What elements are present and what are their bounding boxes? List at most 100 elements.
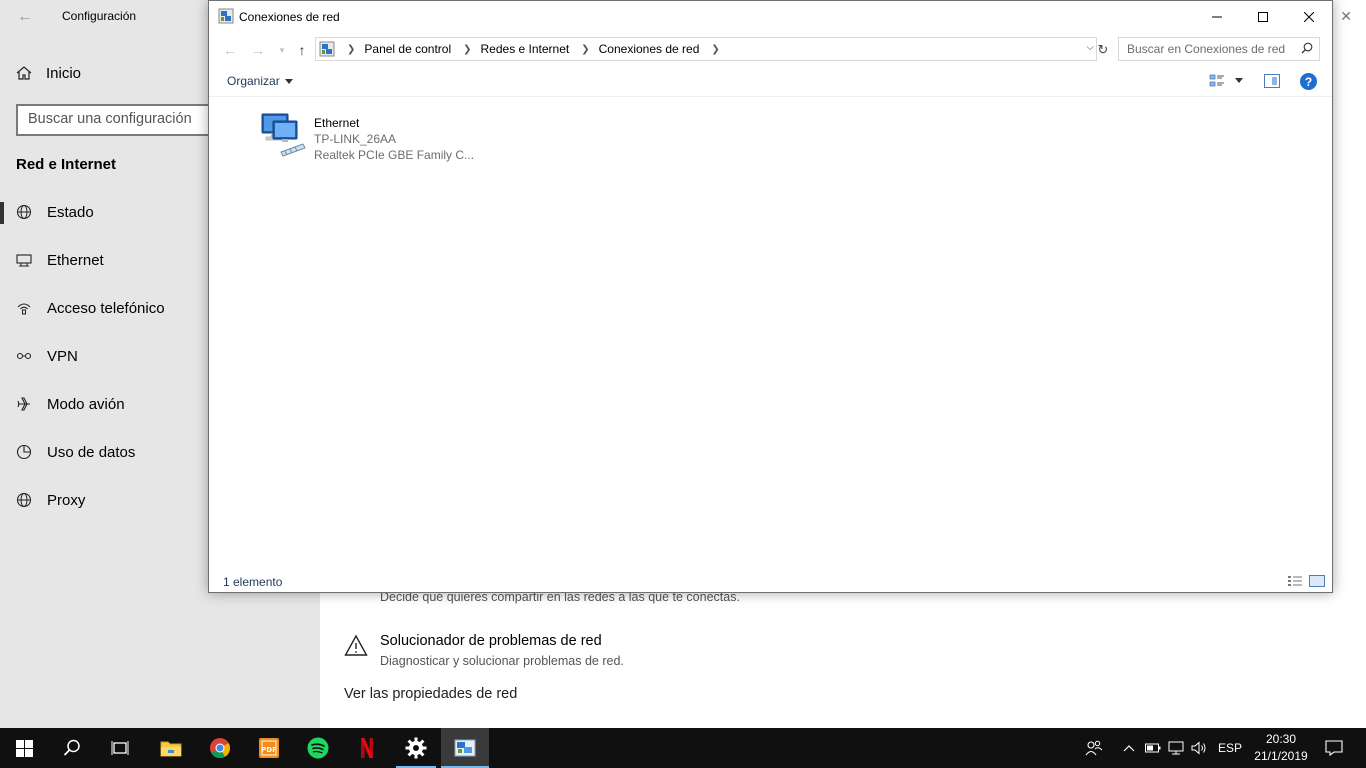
search-button[interactable] xyxy=(48,728,96,768)
status-bar: 1 elemento xyxy=(209,569,1332,593)
task-view-button[interactable] xyxy=(96,728,144,768)
view-options-dropdown-icon[interactable] xyxy=(1235,78,1243,83)
organize-button[interactable]: Organizar xyxy=(227,74,293,88)
chevron-up-icon xyxy=(1123,745,1135,752)
back-arrow-icon[interactable]: ← xyxy=(14,6,36,28)
speaker-icon xyxy=(1191,741,1206,755)
search-placeholder: Buscar en Conexiones de red xyxy=(1127,42,1286,56)
maximize-icon xyxy=(1258,11,1268,22)
language-indicator[interactable]: ESP xyxy=(1214,728,1246,768)
pdf-icon: PDF xyxy=(259,738,279,758)
clock-time: 20:30 xyxy=(1265,732,1297,746)
taskbar: PDF ESP 20:30 21/1/2019 xyxy=(0,728,1366,768)
window-title: Conexiones de red xyxy=(239,10,340,24)
command-bar: Organizar ? xyxy=(209,65,1332,97)
chevron-right-icon[interactable]: ❯ xyxy=(581,44,589,55)
title-bar[interactable]: Conexiones de red xyxy=(209,1,1332,32)
nav-item-label: Estado xyxy=(47,203,94,221)
minimize-button[interactable] xyxy=(1194,1,1240,32)
section-title: Red e Internet xyxy=(16,156,117,173)
minimize-icon xyxy=(1212,16,1222,17)
refresh-button[interactable]: ↻ xyxy=(1093,40,1113,60)
taskbar-file-explorer[interactable] xyxy=(147,728,195,768)
svg-text:PDF: PDF xyxy=(261,746,277,754)
nav-item-label: VPN xyxy=(47,347,78,365)
chevron-right-icon[interactable]: ❯ xyxy=(463,44,471,55)
battery-icon xyxy=(1145,743,1161,753)
task-view-icon xyxy=(111,741,129,755)
address-row: ← → ▼ ↑ ❯ Panel de control ❯ Redes e Int… xyxy=(209,35,1332,63)
nav-home[interactable]: Inicio xyxy=(16,62,81,84)
start-button[interactable] xyxy=(0,728,48,768)
clock-date: 21/1/2019 xyxy=(1254,749,1308,763)
up-arrow-icon: ↑ xyxy=(298,42,306,58)
chevron-down-icon: ▼ xyxy=(278,45,286,55)
refresh-icon: ↻ xyxy=(1097,42,1109,57)
settings-search-input[interactable]: Buscar una configuración xyxy=(16,104,216,136)
search-input[interactable]: Buscar en Conexiones de red xyxy=(1118,37,1320,61)
chevron-right-icon[interactable]: ❯ xyxy=(347,44,355,55)
people-button[interactable] xyxy=(1082,728,1106,768)
network-properties-link[interactable]: Ver las propiedades de red xyxy=(344,686,517,702)
address-bar[interactable]: ❯ Panel de control ❯ Redes e Internet ❯ … xyxy=(315,37,1097,61)
taskbar-network-connections[interactable] xyxy=(441,728,489,768)
close-icon xyxy=(1304,11,1314,22)
troubleshooter-description: Diagnosticar y solucionar problemas de r… xyxy=(380,654,624,668)
close-button[interactable] xyxy=(1286,1,1332,32)
nav-home-label: Inicio xyxy=(46,64,82,82)
netflix-icon xyxy=(361,738,373,758)
preview-pane-button[interactable] xyxy=(1264,74,1280,88)
details-view-icon[interactable] xyxy=(1287,575,1303,587)
chevron-right-icon[interactable]: ❯ xyxy=(711,44,719,55)
home-icon xyxy=(16,66,32,80)
close-icon[interactable]: ✕ xyxy=(1340,8,1352,25)
back-button[interactable]: ← xyxy=(219,39,241,61)
settings-gear-icon xyxy=(405,737,427,759)
control-panel-icon xyxy=(319,41,335,57)
network-connections-icon xyxy=(218,8,234,24)
taskbar-settings[interactable] xyxy=(392,728,440,768)
airplane-icon xyxy=(16,396,32,412)
forward-button[interactable]: → xyxy=(247,39,269,61)
caret-down-icon xyxy=(284,78,293,84)
large-icons-view-icon[interactable] xyxy=(1309,575,1325,587)
change-view-icon[interactable] xyxy=(1209,73,1225,89)
warning-icon xyxy=(344,634,368,656)
network-tray-button[interactable] xyxy=(1165,728,1187,768)
list-item-ethernet[interactable]: Ethernet TP-LINK_26AA Realtek PCIe GBE F… xyxy=(259,106,474,162)
ethernet-icon xyxy=(16,252,32,268)
show-hidden-icons-button[interactable] xyxy=(1118,728,1140,768)
dialup-icon xyxy=(16,300,32,316)
taskbar-netflix[interactable] xyxy=(343,728,391,768)
connection-name: Ethernet xyxy=(314,116,360,130)
clock[interactable]: 20:30 21/1/2019 xyxy=(1248,731,1314,765)
settings-title: Configuración xyxy=(62,9,137,23)
up-button[interactable]: ↑ xyxy=(291,39,313,61)
spotify-icon xyxy=(307,737,329,759)
action-center-button[interactable] xyxy=(1318,728,1350,768)
troubleshooter-title[interactable]: Solucionador de problemas de red xyxy=(380,633,602,649)
volume-button[interactable] xyxy=(1188,728,1210,768)
battery-button[interactable] xyxy=(1142,728,1164,768)
taskbar-chrome[interactable] xyxy=(196,728,244,768)
wired-network-icon xyxy=(1168,741,1184,755)
search-icon xyxy=(1301,42,1313,54)
breadcrumb-item[interactable]: Redes e Internet xyxy=(481,42,570,56)
breadcrumb-item[interactable]: Conexiones de red xyxy=(599,42,700,56)
taskbar-spotify[interactable] xyxy=(294,728,342,768)
help-button[interactable]: ? xyxy=(1300,73,1317,90)
people-icon xyxy=(1085,740,1103,756)
globe-icon xyxy=(16,204,32,220)
breadcrumb-item[interactable]: Panel de control xyxy=(364,42,451,56)
breadcrumb: ❯ Panel de control ❯ Redes e Internet ❯ … xyxy=(345,42,729,56)
recent-locations-button[interactable]: ▼ xyxy=(271,39,293,61)
maximize-button[interactable] xyxy=(1240,1,1286,32)
chrome-icon xyxy=(210,738,231,759)
nav-item-label: Acceso telefónico xyxy=(47,299,165,317)
search-icon xyxy=(63,739,80,756)
taskbar-pdf-app[interactable]: PDF xyxy=(245,728,293,768)
nav-item-label: Uso de datos xyxy=(47,443,136,461)
nav-item-label: Ethernet xyxy=(47,251,104,269)
item-count: 1 elemento xyxy=(223,575,283,589)
windows-logo-icon xyxy=(15,739,33,757)
